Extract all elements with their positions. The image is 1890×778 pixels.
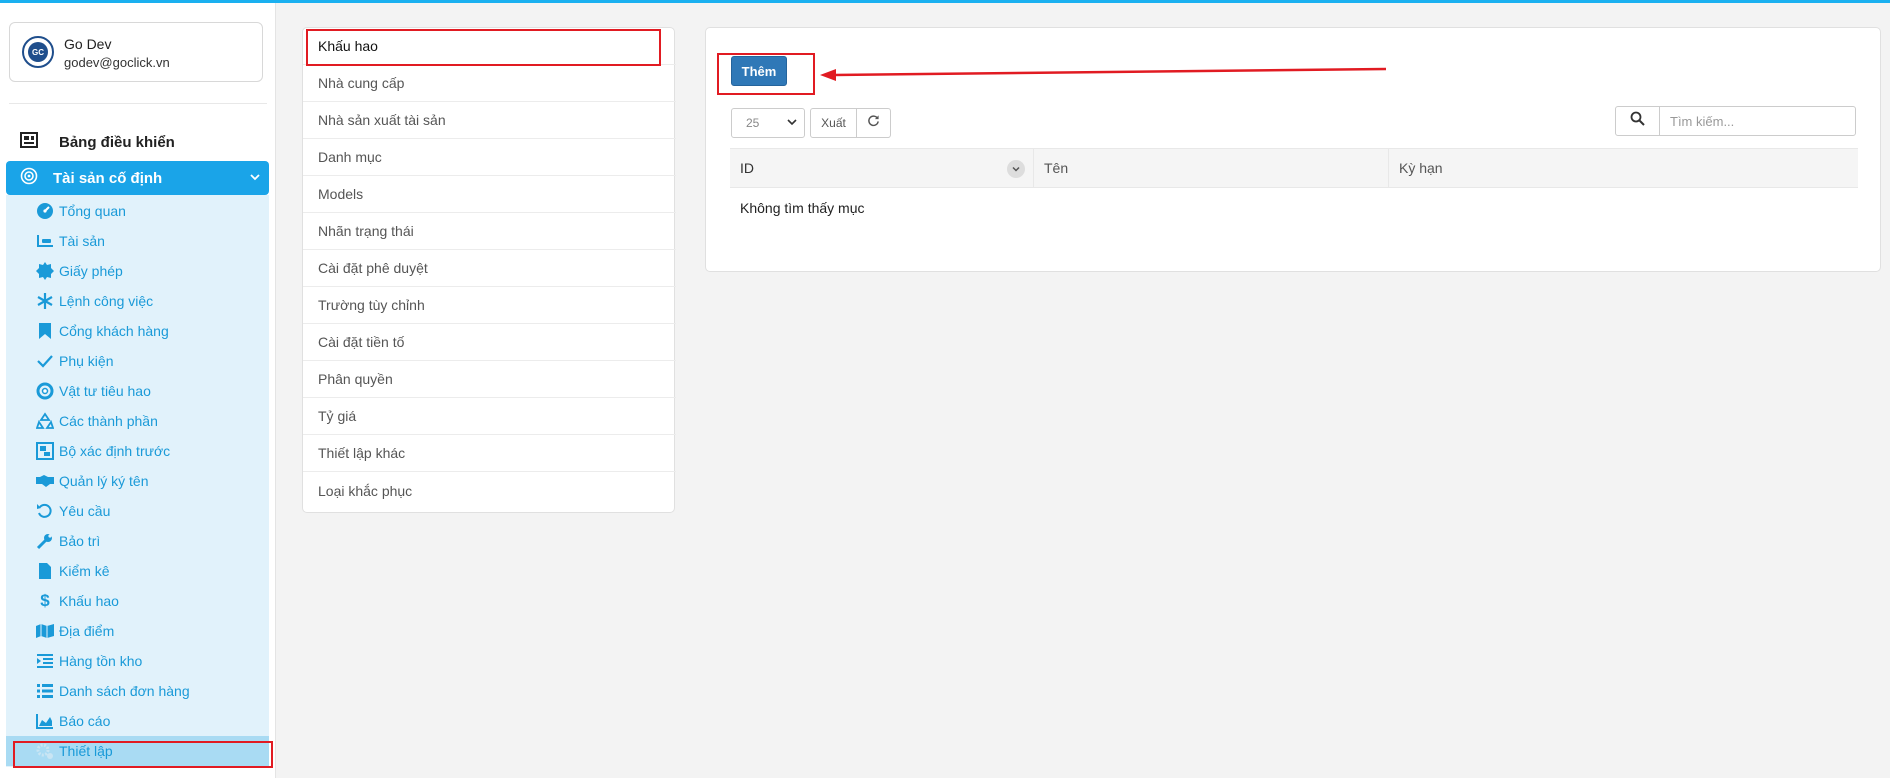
annotation-arrow	[820, 67, 1387, 81]
